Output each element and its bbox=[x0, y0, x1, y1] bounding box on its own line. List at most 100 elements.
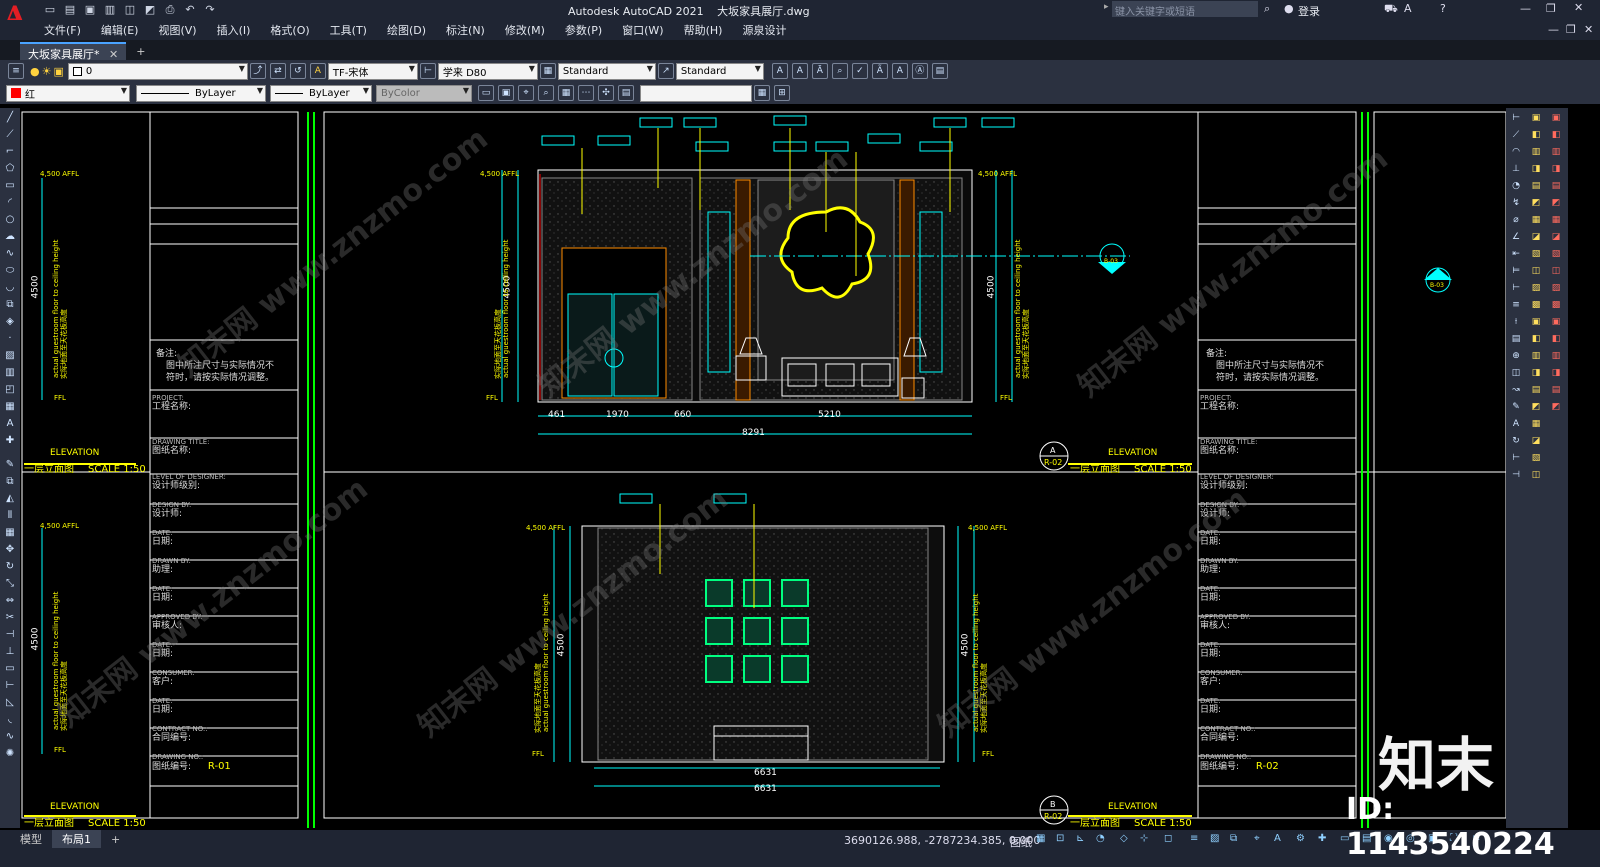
text-outline-icon[interactable]: A bbox=[791, 63, 808, 79]
plugin-icon-17[interactable]: ▤ bbox=[1528, 383, 1544, 397]
table-style-icon[interactable]: ▦ bbox=[539, 63, 556, 79]
polyline-icon[interactable]: ⌐ bbox=[3, 145, 17, 159]
add-layout-button[interactable]: + bbox=[101, 832, 130, 847]
save-icon[interactable]: ▣ bbox=[83, 3, 97, 17]
doc-close-icon[interactable]: ✕ bbox=[1584, 23, 1593, 36]
search-arrow-icon[interactable]: ▸ bbox=[1104, 2, 1109, 12]
plugin-icon-19[interactable]: ▦ bbox=[1528, 417, 1544, 431]
menu-view[interactable]: 视图(V) bbox=[158, 22, 196, 38]
open-file-icon[interactable]: ▤ bbox=[63, 3, 77, 17]
menu-insert[interactable]: 插入(I) bbox=[217, 22, 251, 38]
workspace-icon[interactable]: ⚙ bbox=[1296, 833, 1310, 847]
inspection-icon[interactable]: ◫ bbox=[1508, 366, 1524, 380]
viewport-layout-icon[interactable]: ⊞ bbox=[774, 85, 790, 101]
drawing-canvas[interactable]: 备注: 图中所注尺寸与实际情况不 符时，请按实际情况调整。 备注: 图中所注尺寸… bbox=[20, 108, 1506, 828]
plugin-icon-40[interactable]: ◩ bbox=[1548, 400, 1564, 414]
plugin-icon-1[interactable]: ▣ bbox=[1528, 111, 1544, 125]
construction-line-icon[interactable]: ⟋ bbox=[3, 128, 17, 142]
break-point-icon[interactable]: ⊥ bbox=[3, 645, 17, 659]
array-icon[interactable]: ▦ bbox=[3, 526, 17, 540]
gradient-icon[interactable]: ▥ bbox=[3, 366, 17, 380]
plugin-icon-25[interactable]: ▥ bbox=[1548, 145, 1564, 159]
line-icon[interactable]: ╱ bbox=[3, 111, 17, 125]
linear-dim-icon[interactable]: ⊢ bbox=[1508, 111, 1524, 125]
polygon-icon[interactable]: ⬠ bbox=[3, 162, 17, 176]
plugin-icon-37[interactable]: ▥ bbox=[1548, 349, 1564, 363]
undo-icon[interactable]: ↶ bbox=[183, 3, 197, 17]
new-tab-button[interactable]: + bbox=[126, 43, 155, 60]
menu-modify[interactable]: 修改(M) bbox=[505, 22, 545, 38]
named-views-icon[interactable]: ▣ bbox=[498, 85, 514, 101]
menu-file[interactable]: 文件(F) bbox=[44, 22, 81, 38]
plugin-icon-23[interactable]: ▣ bbox=[1548, 111, 1564, 125]
center-mark-icon[interactable]: ⊕ bbox=[1508, 349, 1524, 363]
plugin-icon-15[interactable]: ▥ bbox=[1528, 349, 1544, 363]
plugin-icon-7[interactable]: ▦ bbox=[1528, 213, 1544, 227]
cart-icon[interactable]: ⛟ bbox=[1384, 2, 1398, 17]
grid-toggle-icon[interactable]: ▦ bbox=[1036, 833, 1050, 847]
grid-icon[interactable]: ▦ bbox=[558, 85, 574, 101]
baseline-icon[interactable]: ⊨ bbox=[1508, 264, 1524, 278]
plugin-icon-39[interactable]: ▤ bbox=[1548, 383, 1564, 397]
layer-match-icon[interactable]: ⇄ bbox=[269, 63, 286, 79]
dim-style-mgr-icon[interactable]: ⊢ bbox=[1508, 451, 1524, 465]
transparency-icon[interactable]: ▨ bbox=[1210, 833, 1224, 847]
move-icon[interactable]: ✥ bbox=[3, 543, 17, 557]
plugin-icon-5[interactable]: ▤ bbox=[1528, 179, 1544, 193]
fillet-icon[interactable]: ◟ bbox=[3, 713, 17, 727]
plugin-icon-21[interactable]: ▧ bbox=[1528, 451, 1544, 465]
plugin-icon-35[interactable]: ▣ bbox=[1548, 315, 1564, 329]
linetype-dropdown[interactable]: ByLayer ▼ bbox=[136, 84, 266, 102]
dim-update-icon[interactable]: ↻ bbox=[1508, 434, 1524, 448]
doc-minimize-icon[interactable]: — bbox=[1548, 23, 1559, 36]
chamfer-icon[interactable]: ◺ bbox=[3, 696, 17, 710]
plugin-icon-12[interactable]: ▩ bbox=[1528, 298, 1544, 312]
menu-parametric[interactable]: 参数(P) bbox=[565, 22, 602, 38]
arc-icon[interactable]: ◜ bbox=[3, 196, 17, 210]
print-icon[interactable]: ⎙ bbox=[163, 3, 177, 17]
ordinate-icon[interactable]: ⊥ bbox=[1508, 162, 1524, 176]
new-file-icon[interactable]: ▭ bbox=[43, 3, 57, 17]
mtext-icon[interactable]: A bbox=[3, 417, 17, 431]
trim-icon[interactable]: ✂ bbox=[3, 611, 17, 625]
ellipse-icon[interactable]: ⬭ bbox=[3, 264, 17, 278]
snap-icon[interactable]: ⋯ bbox=[578, 85, 594, 101]
zoom-icon[interactable]: ⌕ bbox=[538, 85, 554, 101]
revcloud-icon[interactable]: ☁ bbox=[3, 230, 17, 244]
dim-override-icon[interactable]: ⊣ bbox=[1508, 468, 1524, 482]
plugin-icon-3[interactable]: ▥ bbox=[1528, 145, 1544, 159]
search-icon[interactable]: ⌕ bbox=[1264, 2, 1270, 16]
stretch-icon[interactable]: ⇔ bbox=[3, 594, 17, 608]
view-icon[interactable]: ▭ bbox=[478, 85, 494, 101]
isodraft-icon[interactable]: ◇ bbox=[1120, 833, 1134, 847]
insert-block-icon[interactable]: ⧉ bbox=[3, 298, 17, 312]
offset-icon[interactable]: ⫴ bbox=[3, 509, 17, 523]
diameter-icon[interactable]: ⌀ bbox=[1508, 213, 1524, 227]
jogged-linear-icon[interactable]: ↝ bbox=[1508, 383, 1524, 397]
scale-icon[interactable]: ⤡ bbox=[3, 577, 17, 591]
plugin-icon-6[interactable]: ◩ bbox=[1528, 196, 1544, 210]
tab-layout1[interactable]: 布局1 bbox=[52, 830, 101, 848]
aligned-dim-icon[interactable]: ⟋ bbox=[1508, 128, 1524, 142]
plugin-icon-26[interactable]: ◨ bbox=[1548, 162, 1564, 176]
dim-style-dropdown[interactable]: 学来 D80 ▼ bbox=[437, 62, 538, 80]
text-style-dropdown[interactable]: TF-宋体 ▼ bbox=[327, 62, 418, 80]
rectangle-icon[interactable]: ▭ bbox=[3, 179, 17, 193]
redo-icon[interactable]: ↷ bbox=[203, 3, 217, 17]
plugin-icon-38[interactable]: ◨ bbox=[1548, 366, 1564, 380]
osnap-tracking-icon[interactable]: ⊹ bbox=[1140, 833, 1154, 847]
menu-draw[interactable]: 绘图(D) bbox=[387, 22, 426, 38]
dynamic-ucs-icon[interactable]: ⌖ bbox=[1254, 833, 1268, 847]
plugin-icon-16[interactable]: ◨ bbox=[1528, 366, 1544, 380]
annotation-monitor-icon[interactable]: ✚ bbox=[1318, 833, 1332, 847]
dim-style-icon[interactable]: ⊢ bbox=[419, 63, 436, 79]
plugin-icon-14[interactable]: ◧ bbox=[1528, 332, 1544, 346]
hatch-icon[interactable]: ▨ bbox=[3, 349, 17, 363]
snap-toggle-icon[interactable]: ⊡ bbox=[1056, 833, 1070, 847]
selection-cycling-icon[interactable]: ⧉ bbox=[1230, 833, 1244, 847]
web-open-icon[interactable]: ◫ bbox=[123, 3, 137, 17]
plugin-icon-9[interactable]: ▧ bbox=[1528, 247, 1544, 261]
table-icon[interactable]: ▤ bbox=[931, 63, 948, 79]
plugin-icon-29[interactable]: ▦ bbox=[1548, 213, 1564, 227]
plugin-icon-2[interactable]: ◧ bbox=[1528, 128, 1544, 142]
